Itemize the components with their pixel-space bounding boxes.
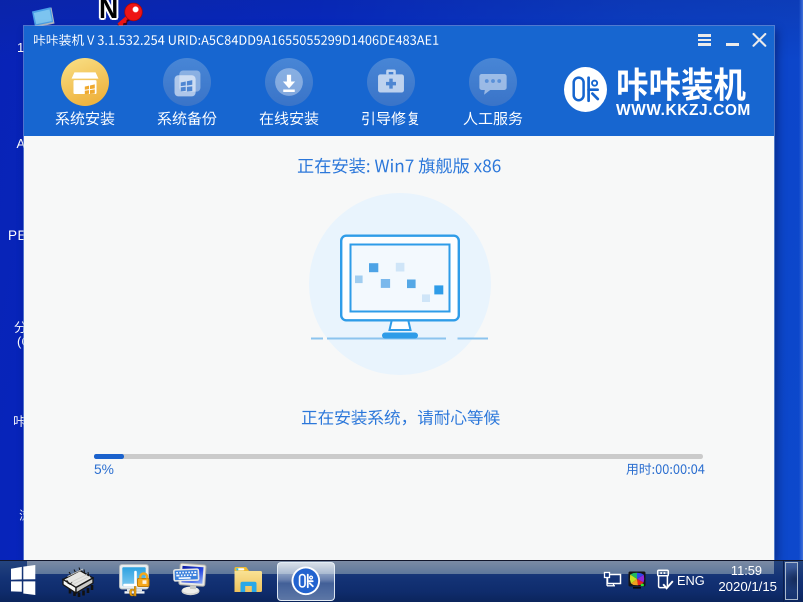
- svg-text:d: d: [129, 584, 137, 597]
